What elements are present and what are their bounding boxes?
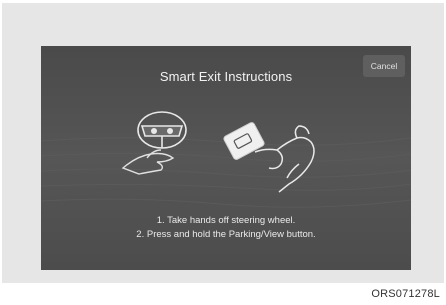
parking-view-button-icon: [223, 122, 265, 160]
display-screen: Smart Exit Instructions Cancel 1. Take h…: [41, 46, 411, 270]
left-hand-icon: [121, 149, 175, 175]
instruction-step-1: 1. Take hands off steering wheel.: [156, 215, 296, 226]
instruction-step-2: 2. Press and hold the Parking/View butto…: [136, 229, 316, 240]
instruction-text: 1. Take hands off steering wheel. 2. Pre…: [41, 214, 411, 242]
hand-icon: [254, 125, 315, 193]
steering-wheel-icon: [137, 111, 187, 149]
figure-frame: Smart Exit Instructions Cancel 1. Take h…: [2, 3, 444, 283]
figure-caption: ORS071278L: [371, 288, 440, 300]
